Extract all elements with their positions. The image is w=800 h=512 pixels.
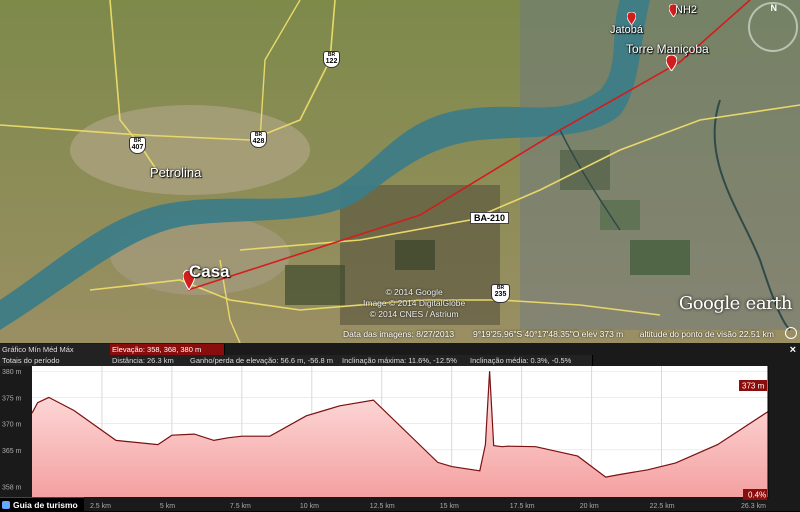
place-pin-icon[interactable] (666, 55, 677, 71)
distance-stat: Distância: 26.3 km (110, 355, 191, 366)
avg-slope-stat: Inclinação média: 0.3%, -0.5% (468, 355, 593, 366)
x-tick-label: 12.5 km (370, 503, 395, 510)
road-shield-br235: BR 235 (491, 284, 510, 303)
place-label-casa: Casa (189, 262, 230, 281)
compass-north-label: N (770, 3, 778, 13)
elevation-gain-stat: Ganho/perda de elevação: 56.6 m, -56.8 m (188, 355, 343, 366)
status-spinner-icon (785, 327, 797, 339)
x-axis-ticks: 2.5 km 5 km 7.5 km 10 km 12.5 km 15 km 17.5 km… (90, 503, 766, 510)
x-tick-label: 15 km (440, 503, 459, 510)
road-shield-br122: BR 122 (323, 51, 340, 68)
x-tick-label: 10 km (300, 503, 319, 510)
map-status-bar: Data das imagens: 8/27/2013 9°19'25.96"S… (343, 329, 774, 339)
road-label-ba210: BA-210 (470, 212, 510, 224)
y-axis-ticks: 380 m 375 m 370 m 365 m 358 m (2, 369, 22, 491)
x-tick-label: 7.5 km (230, 503, 251, 510)
x-tick-label: 2.5 km (90, 503, 111, 510)
place-label-nh2: NH2 (675, 4, 698, 16)
credit-line: © 2014 CNES / Astrium (369, 309, 459, 319)
credit-line: Image © 2014 DigitalGlobe (363, 298, 466, 308)
credit-line: © 2014 Google (385, 287, 443, 297)
close-icon[interactable]: × (790, 344, 796, 356)
google-earth-logo: Google earth (678, 293, 793, 314)
road-shield-br407: BR 407 (129, 137, 146, 154)
imagery-credits: © 2014 Google Image © 2014 DigitalGlobe … (363, 287, 465, 320)
x-tick-label: 22.5 km (650, 503, 675, 510)
max-slope-stat: Inclinação máxima: 11.6%, -12.5% (340, 355, 471, 366)
eye-altitude: altitude do ponto de visão 22.51 km (639, 329, 774, 339)
cursor-slope-value: 0.4% (748, 491, 766, 500)
x-tick-label: 26.3 km (741, 503, 766, 510)
graph-mode-label[interactable]: Gráfico Mín Méd Máx (0, 344, 113, 355)
x-tick-label: 5 km (160, 503, 175, 510)
tour-guide-label: Guia de turismo (13, 500, 78, 510)
imagery-date: Data das imagens: 8/27/2013 (343, 329, 455, 339)
y-tick-label: 365 m (2, 448, 22, 455)
satellite-map[interactable]: N Petrolina Casa Jatobá NH2 Torre Maniço… (0, 0, 800, 343)
tour-guide-button[interactable]: Guia de turismo (0, 497, 84, 512)
totals-label: Totais do período (0, 355, 113, 366)
road-shield-br428: BR 428 (250, 131, 267, 148)
y-tick-label: 358 m (2, 485, 22, 492)
y-tick-label: 375 m (2, 395, 22, 402)
place-label-petrolina: Petrolina (150, 165, 202, 180)
cursor-elevation-value: 373 m (742, 382, 765, 391)
y-tick-label: 380 m (2, 369, 22, 376)
elevation-stat: Elevação: 358, 368, 380 m (110, 344, 225, 355)
place-label-jatoba: Jatobá (610, 24, 644, 36)
cursor-coordinates: 9°19'25.96"S 40°17'48.35"O elev 373 m (472, 329, 624, 339)
elevation-profile-chart[interactable]: 380 m 375 m 370 m 365 m 358 m 2.5 km 5 km 7.5 … (0, 366, 800, 511)
place-label-torre-manicoba: Torre Maniçoba (626, 42, 709, 56)
x-tick-label: 17.5 km (510, 503, 535, 510)
x-tick-label: 20 km (580, 503, 599, 510)
tour-guide-icon (2, 501, 10, 509)
y-tick-label: 370 m (2, 422, 22, 429)
